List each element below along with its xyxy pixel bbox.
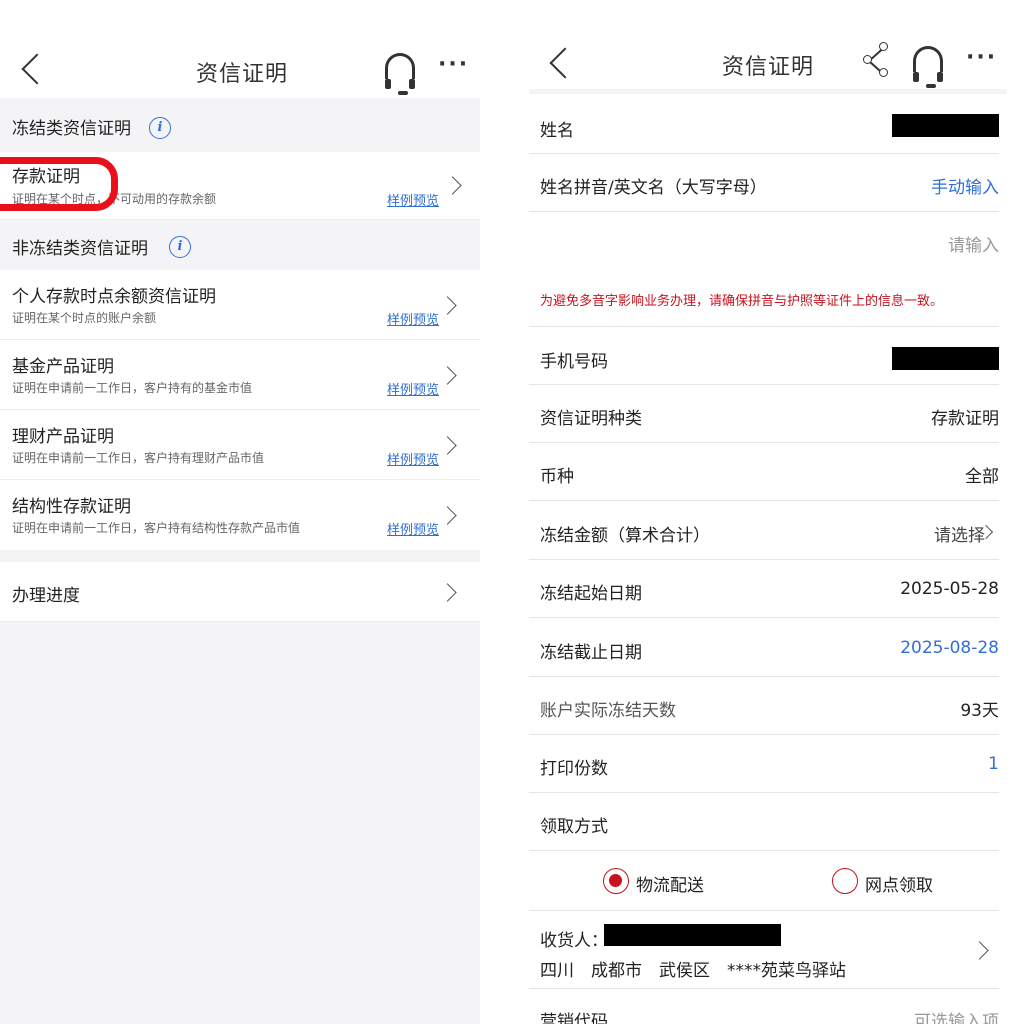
delivery-option-label[interactable]: 物流配送 (636, 871, 704, 896)
chevron-right-icon (438, 506, 457, 525)
certificate-type-row: 资信证明种类 存款证明 (529, 385, 999, 443)
currency-row: 币种 全部 (529, 443, 999, 501)
page-title: 资信证明 (196, 62, 289, 87)
info-icon[interactable]: i (169, 236, 191, 258)
chevron-right-icon (438, 436, 457, 455)
item-subtitle: 证明在申请前一工作日，客户持有结构性存款产品市值 (12, 521, 301, 535)
more-icon[interactable]: ··· (966, 45, 997, 70)
item-subtitle: 证明在某个时点的账户余额 (12, 311, 157, 325)
more-icon[interactable]: ··· (438, 52, 469, 77)
pickup-method-label: 领取方式 (540, 817, 608, 837)
name-row: 姓名 (529, 96, 999, 154)
progress-label: 办理进度 (12, 586, 80, 606)
chevron-right-icon (438, 366, 457, 385)
customer-service-icon[interactable] (913, 46, 943, 88)
list-item-fund-certificate[interactable]: 基金产品证明 证明在申请前一工作日，客户持有的基金市值 样例预览 (0, 340, 480, 410)
manual-input-link[interactable]: 手动输入 (931, 173, 999, 198)
branch-radio[interactable] (832, 868, 858, 894)
end-date-picker[interactable]: 2025-08-28 (900, 638, 999, 658)
start-date-label: 冻结起始日期 (540, 584, 642, 604)
phone-row: 手机号码 (529, 327, 999, 385)
redacted-name (892, 114, 999, 137)
list-item-structured-deposit-certificate[interactable]: 结构性存款证明 证明在申请前一工作日，客户持有结构性存款产品市值 样例预览 (0, 480, 480, 550)
pinyin-input-row[interactable]: 请输入 (529, 212, 999, 270)
copies-input[interactable]: 1 (988, 754, 999, 774)
redacted-phone (892, 347, 999, 370)
item-title: 结构性存款证明 (12, 497, 131, 517)
sample-preview-link[interactable]: 样例预览 (387, 190, 439, 209)
redacted-receiver (604, 924, 781, 946)
pinyin-label: 姓名拼音/英文名（大写字母） (540, 178, 767, 198)
item-title: 基金产品证明 (12, 357, 114, 377)
currency-label: 币种 (540, 467, 574, 487)
phone-label: 手机号码 (540, 352, 608, 372)
start-date-value: 2025-05-28 (900, 579, 999, 599)
name-label: 姓名 (540, 121, 574, 141)
item-subtitle: 证明在申请前一工作日，客户持有的基金市值 (12, 381, 253, 395)
pinyin-input[interactable]: 请输入 (948, 231, 999, 256)
chevron-right-icon (970, 941, 989, 960)
sample-preview-link[interactable]: 样例预览 (387, 519, 439, 538)
left-top-bar: 资信证明 ··· (0, 0, 480, 98)
item-subtitle: 证明在申请前一工作日，客户持有理财产品市值 (12, 451, 265, 465)
certificate-type-label: 资信证明种类 (540, 409, 642, 429)
currency-value: 全部 (965, 467, 999, 487)
pickup-method-row: 领取方式 (529, 793, 999, 851)
info-icon[interactable]: i (149, 117, 171, 139)
branch-option-label[interactable]: 网点领取 (865, 871, 933, 896)
item-title: 理财产品证明 (12, 427, 114, 447)
pickup-options-row: 物流配送 网点领取 (529, 851, 999, 911)
share-icon[interactable] (863, 42, 893, 78)
pinyin-row[interactable]: 姓名拼音/英文名（大写字母） 手动输入 (529, 154, 999, 212)
right-top-bar: 资信证明 ··· (529, 0, 1007, 94)
copies-label: 打印份数 (540, 759, 608, 779)
frozen-section-header: 冻结类资信证明 i (0, 100, 480, 152)
sample-preview-link[interactable]: 样例预览 (387, 309, 439, 328)
sample-preview-link[interactable]: 样例预览 (387, 449, 439, 468)
warning-text: 为避免多音字影响业务办理，请确保拼音与护照等证件上的信息一致。 (540, 294, 944, 309)
delivery-radio[interactable] (603, 868, 629, 894)
certificate-type-value: 存款证明 (931, 409, 999, 429)
start-date-row: 冻结起始日期 2025-05-28 (529, 560, 999, 618)
highlight-annotation (0, 157, 118, 211)
section-title: 非冻结类资信证明 (12, 239, 148, 259)
back-icon[interactable] (549, 47, 581, 79)
frozen-days-row: 账户实际冻结天数 93天 (529, 677, 999, 735)
copies-row[interactable]: 打印份数 1 (529, 735, 999, 793)
marketing-code-label: 营销代码 (540, 1012, 608, 1024)
sample-preview-link[interactable]: 样例预览 (387, 379, 439, 398)
marketing-code-input[interactable]: 可选输入项 (914, 1007, 999, 1024)
list-item-wealth-certificate[interactable]: 理财产品证明 证明在申请前一工作日，客户持有理财产品市值 样例预览 (0, 410, 480, 480)
section-title: 冻结类资信证明 (12, 119, 131, 139)
frozen-days-value: 93天 (960, 701, 999, 721)
item-title: 个人存款时点余额资信证明 (12, 287, 216, 307)
receiver-label: 收货人： (540, 931, 608, 951)
right-screen: 资信证明 ··· 姓名 姓名拼音/英文名（大写字母） 手动输入 请输入 为避免多… (529, 0, 1007, 1024)
end-date-row[interactable]: 冻结截止日期 2025-08-28 (529, 619, 999, 677)
address-text: 四川 成都市 武侯区 ****苑菜鸟驿站 (540, 961, 846, 981)
chevron-right-icon (438, 583, 457, 602)
nonfrozen-section-header: 非冻结类资信证明 i (0, 220, 480, 270)
customer-service-icon[interactable] (385, 53, 415, 95)
progress-row[interactable]: 办理进度 (0, 562, 480, 622)
marketing-code-row[interactable]: 营销代码 可选输入项 (529, 989, 999, 1024)
frozen-amount-label: 冻结金额（算术合计） (540, 526, 710, 546)
frozen-days-label: 账户实际冻结天数 (540, 701, 676, 721)
end-date-label: 冻结截止日期 (540, 643, 642, 663)
list-item-balance-certificate[interactable]: 个人存款时点余额资信证明 证明在某个时点的账户余额 样例预览 (0, 270, 480, 340)
frozen-amount-select[interactable]: 请选择 (934, 521, 985, 546)
page-title: 资信证明 (722, 55, 815, 80)
left-screen: 资信证明 ··· 冻结类资信证明 i 存款证明 证明在某个时点，不可动用的存款余… (0, 0, 480, 1024)
chevron-right-icon (438, 296, 457, 315)
frozen-amount-row[interactable]: 冻结金额（算术合计） 请选择 (529, 502, 999, 560)
receiver-row[interactable]: 收货人： 四川 成都市 武侯区 ****苑菜鸟驿站 (529, 911, 999, 989)
back-icon[interactable] (21, 53, 53, 85)
